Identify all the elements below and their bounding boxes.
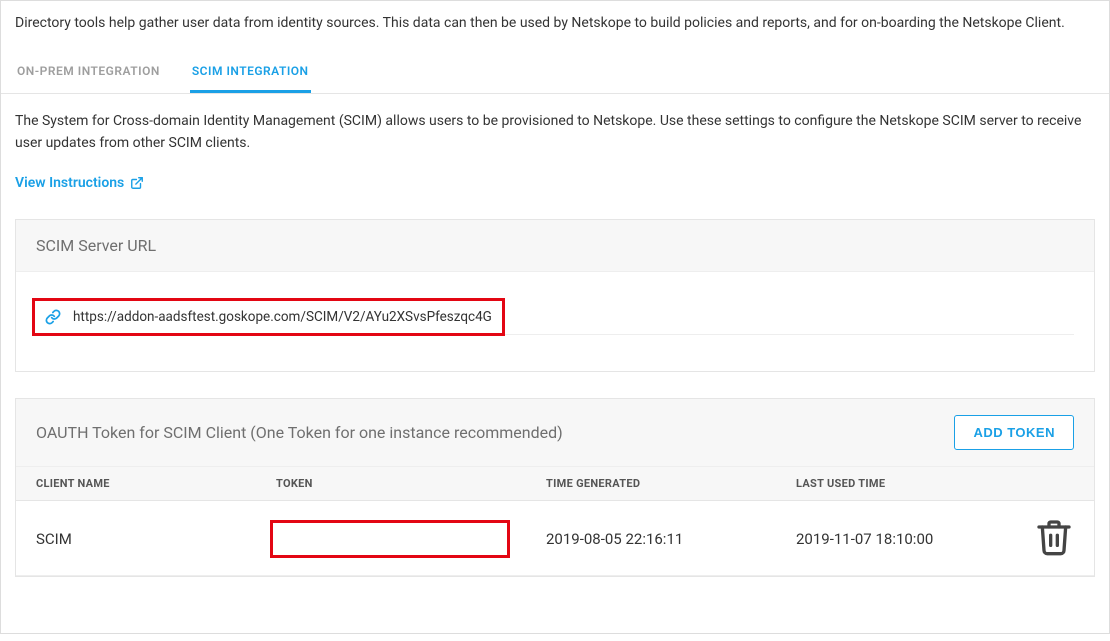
scim-url-highlight: https://addon-aadsftest.goskope.com/SCIM… bbox=[32, 298, 505, 336]
cell-actions bbox=[1034, 517, 1074, 561]
table-row: SCIM 2019-08-05 22:16:11 2019-11-07 18:1… bbox=[16, 501, 1094, 576]
tab-content: The System for Cross-domain Identity Man… bbox=[1, 94, 1109, 633]
scim-description: The System for Cross-domain Identity Man… bbox=[15, 110, 1095, 155]
col-time-generated: TIME GENERATED bbox=[546, 477, 796, 490]
view-instructions-link[interactable]: View Instructions bbox=[15, 175, 144, 191]
scim-server-url-card: SCIM Server URL https://addon-aadsftest.… bbox=[15, 219, 1095, 372]
col-client-name: CLIENT NAME bbox=[36, 477, 276, 490]
view-instructions-label: View Instructions bbox=[15, 175, 124, 191]
col-last-used: LAST USED TIME bbox=[796, 477, 1034, 490]
col-actions bbox=[1034, 477, 1074, 490]
external-link-icon bbox=[130, 176, 144, 190]
oauth-token-header: OAUTH Token for SCIM Client (One Token f… bbox=[16, 399, 1094, 467]
page-container: Directory tools help gather user data fr… bbox=[0, 0, 1110, 634]
link-icon bbox=[45, 309, 61, 325]
cell-token bbox=[276, 524, 546, 554]
scim-server-url-body: https://addon-aadsftest.goskope.com/SCIM… bbox=[16, 272, 1094, 371]
cell-client-name: SCIM bbox=[36, 530, 276, 548]
col-token: TOKEN bbox=[276, 477, 546, 490]
intro-text: Directory tools help gather user data fr… bbox=[1, 1, 1109, 52]
add-token-button[interactable]: ADD TOKEN bbox=[954, 415, 1074, 450]
tab-scim-integration[interactable]: SCIM INTEGRATION bbox=[190, 52, 311, 93]
tab-onprem-integration[interactable]: ON-PREM INTEGRATION bbox=[15, 52, 162, 93]
delete-icon[interactable] bbox=[1034, 543, 1074, 561]
scim-server-url-value[interactable]: https://addon-aadsftest.goskope.com/SCIM… bbox=[73, 309, 492, 325]
tabs-bar: ON-PREM INTEGRATION SCIM INTEGRATION bbox=[1, 52, 1109, 94]
token-redaction-highlight bbox=[270, 520, 510, 558]
cell-time-generated: 2019-08-05 22:16:11 bbox=[546, 530, 796, 548]
token-table-header: CLIENT NAME TOKEN TIME GENERATED LAST US… bbox=[16, 467, 1094, 501]
oauth-token-title: OAUTH Token for SCIM Client (One Token f… bbox=[36, 423, 563, 442]
cell-last-used: 2019-11-07 18:10:00 bbox=[796, 530, 1034, 548]
url-underline bbox=[505, 334, 1074, 335]
oauth-token-card: OAUTH Token for SCIM Client (One Token f… bbox=[15, 398, 1095, 577]
scim-server-url-title: SCIM Server URL bbox=[16, 220, 1094, 272]
